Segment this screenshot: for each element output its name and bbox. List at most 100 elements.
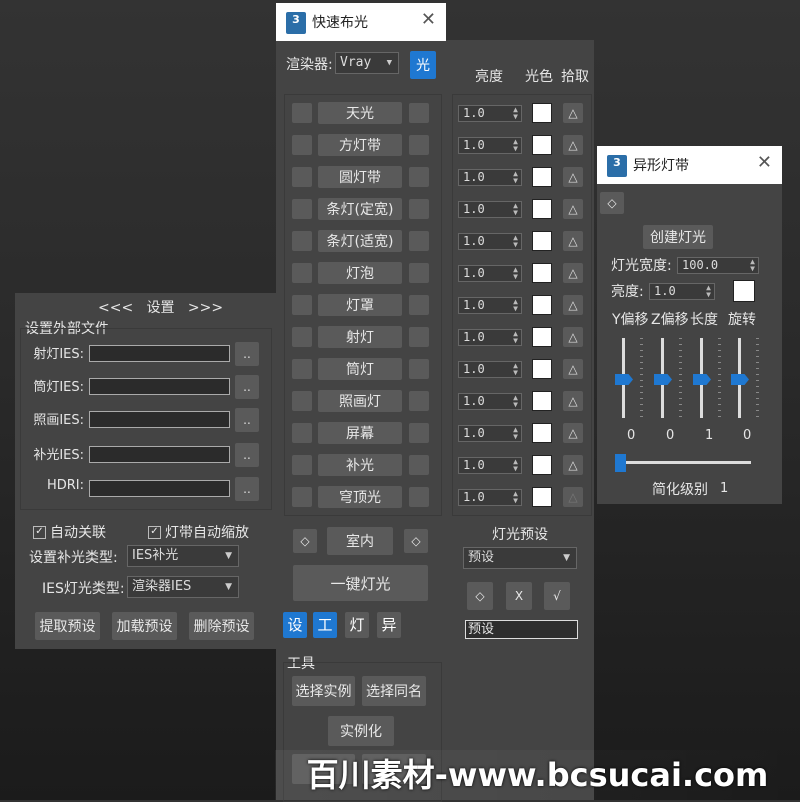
light-toggle-left[interactable] xyxy=(292,327,312,347)
light-toggle-right[interactable] xyxy=(409,199,429,219)
one-click-light-button[interactable]: 一键灯光 xyxy=(293,565,428,601)
pick-triangle-icon[interactable]: △ xyxy=(563,423,583,443)
indoor-button[interactable]: 室内 xyxy=(327,527,393,555)
indoor-next-button[interactable]: ◇ xyxy=(404,529,428,553)
light-create-button[interactable]: 屏幕 xyxy=(318,422,402,444)
light-brightness-spinner[interactable]: 1.0 ▲ ▼ xyxy=(458,489,522,506)
pick-triangle-icon[interactable]: △ xyxy=(563,359,583,379)
preset-diamond-button[interactable]: ◇ xyxy=(467,582,493,610)
light-toggle-left[interactable] xyxy=(292,231,312,251)
ies-file-path-input[interactable] xyxy=(89,345,230,362)
light-brightness-spinner[interactable]: 1.0 ▲ ▼ xyxy=(458,297,522,314)
light-color-swatch[interactable] xyxy=(532,391,552,411)
browse-button[interactable]: .. xyxy=(235,477,259,501)
browse-button[interactable]: .. xyxy=(235,375,259,399)
create-light-button[interactable]: 创建灯光 xyxy=(643,225,713,249)
light-toggle-left[interactable] xyxy=(292,455,312,475)
light-color-swatch[interactable] xyxy=(532,231,552,251)
indoor-prev-button[interactable]: ◇ xyxy=(293,529,317,553)
preset-select[interactable]: 预设 ▼ xyxy=(463,547,577,569)
light-toggle-right[interactable] xyxy=(409,135,429,155)
light-brightness-spinner[interactable]: 1.0 ▲ ▼ xyxy=(458,361,522,378)
browse-button[interactable]: .. xyxy=(235,342,259,366)
pick-triangle-icon[interactable]: △ xyxy=(563,167,583,187)
light-color-swatch[interactable] xyxy=(532,295,552,315)
light-toggle-left[interactable] xyxy=(292,135,312,155)
light-toggle-right[interactable] xyxy=(409,423,429,443)
light-create-button[interactable]: 条灯(定宽) xyxy=(318,198,402,220)
auto-link-checkbox[interactable]: ✓ xyxy=(33,526,46,539)
light-toggle-right[interactable] xyxy=(409,327,429,347)
light-mode-button[interactable]: 光 xyxy=(410,51,436,79)
simplify-slider-thumb[interactable] xyxy=(615,454,626,472)
pick-triangle-icon[interactable]: △ xyxy=(563,327,583,347)
ies-file-path-input[interactable] xyxy=(89,378,230,395)
pick-triangle-icon[interactable]: △ xyxy=(563,231,583,251)
light-brightness-spinner[interactable]: 1.0 ▲ ▼ xyxy=(458,201,522,218)
light-brightness-spinner[interactable]: 1.0 ▲ ▼ xyxy=(458,105,522,122)
instantiate-button[interactable]: 实例化 xyxy=(328,716,394,746)
browse-button[interactable]: .. xyxy=(235,443,259,467)
light-create-button[interactable]: 方灯带 xyxy=(318,134,402,156)
light-toggle-left[interactable] xyxy=(292,103,312,123)
tab-settings[interactable]: 设 xyxy=(283,612,307,638)
shaped-diamond-button[interactable]: ◇ xyxy=(600,192,624,214)
pick-triangle-icon[interactable]: △ xyxy=(563,103,583,123)
light-toggle-left[interactable] xyxy=(292,263,312,283)
light-create-button[interactable]: 穹顶光 xyxy=(318,486,402,508)
select-same-name-button[interactable]: 选择同名 xyxy=(362,676,426,706)
renderer-select[interactable]: Vray ▼ xyxy=(335,52,399,74)
light-toggle-left[interactable] xyxy=(292,359,312,379)
light-toggle-right[interactable] xyxy=(409,487,429,507)
light-brightness-spinner[interactable]: 1.0 ▲ ▼ xyxy=(458,425,522,442)
light-toggle-right[interactable] xyxy=(409,295,429,315)
tab-tools[interactable]: 工 xyxy=(313,612,337,638)
light-create-button[interactable]: 圆灯带 xyxy=(318,166,402,188)
light-color-swatch[interactable] xyxy=(532,327,552,347)
light-color-swatch[interactable] xyxy=(532,263,552,283)
light-brightness-spinner[interactable]: 1.0 ▲ ▼ xyxy=(458,233,522,250)
delete-preset-button[interactable]: 删除预设 xyxy=(189,612,254,640)
light-brightness-spinner[interactable]: 1.0 ▲ ▼ xyxy=(458,265,522,282)
browse-button[interactable]: .. xyxy=(235,408,259,432)
light-toggle-right[interactable] xyxy=(409,167,429,187)
light-create-button[interactable]: 天光 xyxy=(318,102,402,124)
pick-triangle-icon[interactable]: △ xyxy=(563,455,583,475)
light-toggle-left[interactable] xyxy=(292,487,312,507)
light-create-button[interactable]: 灯罩 xyxy=(318,294,402,316)
fill-type-select[interactable]: IES补光 ▼ xyxy=(127,545,239,567)
light-brightness-spinner[interactable]: 1.0 ▲ ▼ xyxy=(458,137,522,154)
light-toggle-left[interactable] xyxy=(292,391,312,411)
light-toggle-right[interactable] xyxy=(409,231,429,251)
light-toggle-right[interactable] xyxy=(409,263,429,283)
light-toggle-left[interactable] xyxy=(292,423,312,443)
simplify-slider-track[interactable] xyxy=(617,461,751,464)
light-create-button[interactable]: 条灯(适宽) xyxy=(318,230,402,252)
light-create-button[interactable]: 补光 xyxy=(318,454,402,476)
light-color-swatch[interactable] xyxy=(532,135,552,155)
ies-file-path-input[interactable] xyxy=(89,480,230,497)
light-color-swatch[interactable] xyxy=(532,359,552,379)
shaped-brightness-spinner[interactable]: 1.0 ▲ ▼ xyxy=(649,283,715,300)
ies-file-path-input[interactable] xyxy=(89,411,230,428)
quick-light-titlebar[interactable]: 3 快速布光 ✕ xyxy=(276,3,446,41)
light-create-button[interactable]: 灯泡 xyxy=(318,262,402,284)
light-width-spinner[interactable]: 100.0 ▲ ▼ xyxy=(677,257,759,274)
auto-scale-checkbox[interactable]: ✓ xyxy=(148,526,161,539)
pick-triangle-icon[interactable]: △ xyxy=(563,135,583,155)
light-toggle-right[interactable] xyxy=(409,391,429,411)
light-toggle-left[interactable] xyxy=(292,295,312,315)
light-color-swatch[interactable] xyxy=(532,167,552,187)
light-toggle-right[interactable] xyxy=(409,103,429,123)
preset-confirm-button[interactable]: √ xyxy=(544,582,570,610)
light-create-button[interactable]: 筒灯 xyxy=(318,358,402,380)
light-create-button[interactable]: 照画灯 xyxy=(318,390,402,412)
light-toggle-right[interactable] xyxy=(409,455,429,475)
tab-lights[interactable]: 灯 xyxy=(345,612,369,638)
light-color-swatch[interactable] xyxy=(532,103,552,123)
light-color-swatch[interactable] xyxy=(532,423,552,443)
ies-type-select[interactable]: 渲染器IES ▼ xyxy=(127,576,239,598)
pick-triangle-icon[interactable]: △ xyxy=(563,263,583,283)
light-color-swatch[interactable] xyxy=(532,199,552,219)
light-color-swatch[interactable] xyxy=(532,487,552,507)
